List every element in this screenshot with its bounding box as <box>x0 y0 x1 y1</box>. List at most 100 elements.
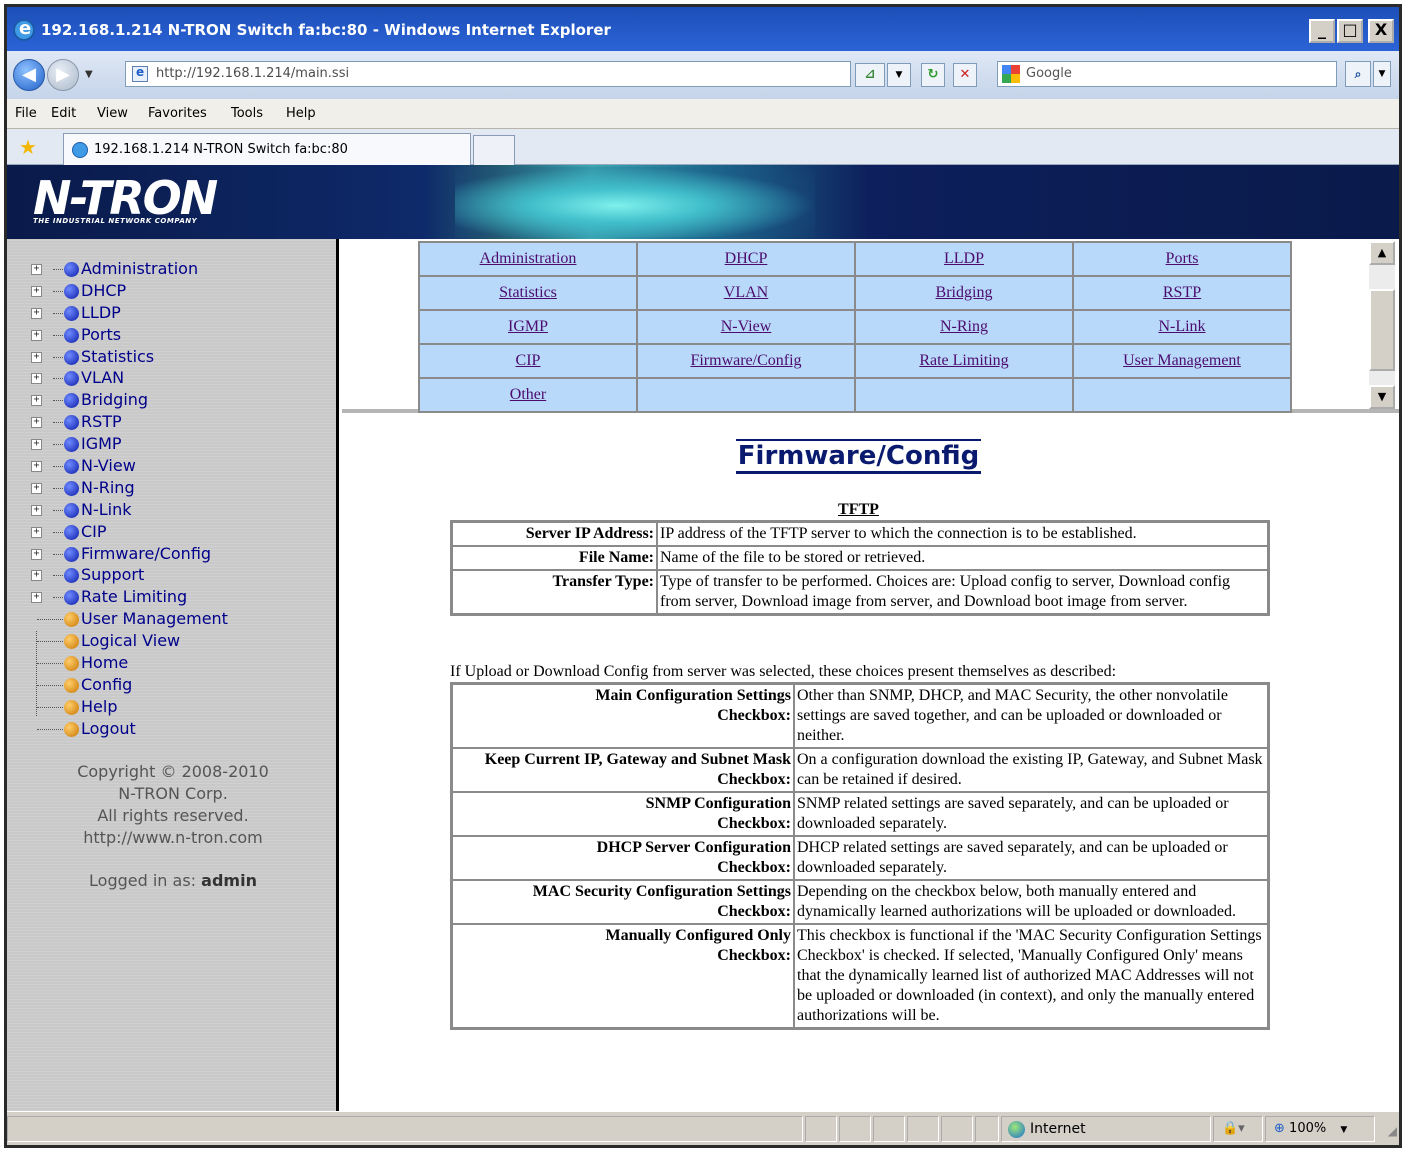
nav-grid-cell[interactable]: Administration <box>418 241 638 277</box>
nav-link-user-management[interactable]: User Management <box>1123 352 1241 369</box>
nav-link-lldp[interactable]: LLDP <box>944 250 984 267</box>
security-zone[interactable]: Internet <box>1001 1116 1211 1142</box>
nav-grid-cell[interactable]: DHCP <box>636 241 856 277</box>
folder-bullet-icon <box>64 415 79 431</box>
expand-icon[interactable]: + <box>31 592 42 604</box>
table-row: DHCP Server Configuration Checkbox: DHCP r… <box>452 836 1268 880</box>
nav-grid-cell[interactable]: N-Ring <box>854 309 1074 345</box>
new-tab-button[interactable] <box>473 135 515 165</box>
nav-link-firmware-config[interactable]: Firmware/Config <box>690 352 801 369</box>
sidebar-item-label: Config <box>81 674 133 694</box>
expand-icon[interactable]: + <box>31 417 42 429</box>
field-description: IP address of the TFTP server to which t… <box>657 522 1268 546</box>
stop-icon[interactable]: ✕ <box>953 63 977 87</box>
recent-pages-dropdown-icon[interactable]: ▼ <box>85 69 93 80</box>
scroll-thumb[interactable] <box>1369 289 1395 371</box>
nav-grid-cell[interactable]: CIP <box>418 343 638 379</box>
nav-link-administration[interactable]: Administration <box>480 250 577 267</box>
tree-connector <box>37 684 63 686</box>
tree-connector <box>53 356 63 358</box>
search-icon[interactable]: ⌕ <box>1345 61 1371 87</box>
tab-active[interactable]: 192.168.1.214 N-TRON Switch fa:bc:80 <box>63 133 471 165</box>
nav-grid-cell[interactable]: Ports <box>1072 241 1292 277</box>
tree-connector <box>53 269 63 270</box>
url-input[interactable]: http://192.168.1.214/main.ssi <box>125 61 851 87</box>
nav-grid-cell[interactable]: Rate Limiting <box>854 343 1074 379</box>
minimize-button[interactable]: _ <box>1309 19 1335 43</box>
nav-link-igmp[interactable]: IGMP <box>508 318 548 335</box>
expand-icon[interactable]: + <box>31 461 42 473</box>
nav-grid-cell[interactable]: VLAN <box>636 275 856 311</box>
scroll-up-icon[interactable]: ▲ <box>1369 241 1395 265</box>
copyright-line: Copyright © 2008-2010 <box>77 762 269 781</box>
nav-link-n-view[interactable]: N-View <box>721 318 772 335</box>
nav-link-ports[interactable]: Ports <box>1166 250 1199 267</box>
nav-link-statistics[interactable]: Statistics <box>499 284 557 301</box>
menu-view[interactable]: View <box>97 106 128 121</box>
nav-link-other[interactable]: Other <box>510 386 546 403</box>
nav-grid-cell[interactable]: Bridging <box>854 275 1074 311</box>
expand-icon[interactable]: + <box>31 482 42 494</box>
search-options-icon[interactable]: ▼ <box>1373 61 1391 87</box>
sidebar-item-label: Ports <box>81 324 122 344</box>
zoom-dropdown-icon: ▼ <box>1340 1125 1348 1135</box>
search-input[interactable]: Google <box>997 61 1337 87</box>
nav-grid-cell[interactable]: N-View <box>636 309 856 345</box>
nav-grid-cell[interactable]: Firmware/Config <box>636 343 856 379</box>
nav-link-vlan[interactable]: VLAN <box>724 284 768 301</box>
menu-tools[interactable]: Tools <box>231 106 263 121</box>
nav-grid-cell[interactable]: RSTP <box>1072 275 1292 311</box>
menu-file[interactable]: File <box>15 106 37 121</box>
nav-link-n-ring[interactable]: N-Ring <box>940 318 988 335</box>
sidebar-item-label: Firmware/Config <box>81 543 212 563</box>
nav-grid-cell[interactable]: N-Link <box>1072 309 1292 345</box>
tree-line <box>36 631 37 716</box>
expand-icon[interactable]: + <box>31 570 42 582</box>
expand-icon[interactable]: + <box>31 373 42 385</box>
nav-grid-cell[interactable]: Other <box>418 377 638 413</box>
nav-grid-cell[interactable]: IGMP <box>418 309 638 345</box>
expand-icon[interactable]: + <box>31 307 42 319</box>
menu-help[interactable]: Help <box>286 106 316 121</box>
zoom-button[interactable]: ⊕ 100% ▼ <box>1265 1116 1375 1142</box>
nav-link-bridging[interactable]: Bridging <box>936 284 993 301</box>
nav-link-rate-limiting[interactable]: Rate Limiting <box>919 352 1008 369</box>
expand-icon[interactable]: + <box>31 351 42 363</box>
expand-icon[interactable]: + <box>31 504 42 516</box>
compatibility-icon[interactable]: ⊿ <box>855 63 885 87</box>
resize-grip-icon[interactable]: ◢ <box>1388 1124 1397 1138</box>
expand-icon[interactable]: + <box>31 439 42 451</box>
address-dropdown-icon[interactable]: ▼ <box>887 63 911 87</box>
nav-grid-cell[interactable]: Statistics <box>418 275 638 311</box>
copyright-rights: All rights reserved. <box>97 806 249 825</box>
maximize-button[interactable]: □ <box>1337 19 1363 43</box>
menu-edit[interactable]: Edit <box>51 106 76 121</box>
sidebar-item-label: VLAN <box>81 368 125 388</box>
refresh-icon[interactable]: ↻ <box>921 63 945 87</box>
ie-icon <box>13 18 35 41</box>
back-button[interactable]: ◀ <box>13 59 45 91</box>
scroll-down-icon[interactable]: ▼ <box>1369 385 1395 409</box>
top-nav-scrollbar[interactable]: ▲ ▼ <box>1369 241 1395 409</box>
close-button[interactable]: X <box>1368 19 1394 43</box>
nav-link-n-link[interactable]: N-Link <box>1158 318 1205 335</box>
expand-icon[interactable]: + <box>31 264 42 275</box>
nav-grid-cell[interactable]: User Management <box>1072 343 1292 379</box>
expand-icon[interactable]: + <box>31 526 42 538</box>
protected-mode-button[interactable]: 🔒▾ <box>1213 1116 1263 1142</box>
expand-icon[interactable]: + <box>31 548 42 560</box>
nav-link-dhcp[interactable]: DHCP <box>725 250 768 267</box>
forward-button[interactable]: ▶ <box>47 59 79 91</box>
nav-link-cip[interactable]: CIP <box>516 352 541 369</box>
field-name: File Name: <box>452 546 657 570</box>
setting-name: SNMP Configuration Checkbox: <box>452 792 794 836</box>
menu-favorites[interactable]: Favorites <box>148 106 207 121</box>
nav-link-rstp[interactable]: RSTP <box>1163 284 1201 301</box>
nav-grid-cell[interactable]: LLDP <box>854 241 1074 277</box>
expand-icon[interactable]: + <box>31 395 42 407</box>
tree-connector <box>53 597 63 599</box>
expand-icon[interactable]: + <box>31 329 42 341</box>
expand-icon[interactable]: + <box>31 285 42 297</box>
tree-connector <box>37 663 63 665</box>
favorites-star-icon[interactable]: ★ <box>19 135 37 159</box>
